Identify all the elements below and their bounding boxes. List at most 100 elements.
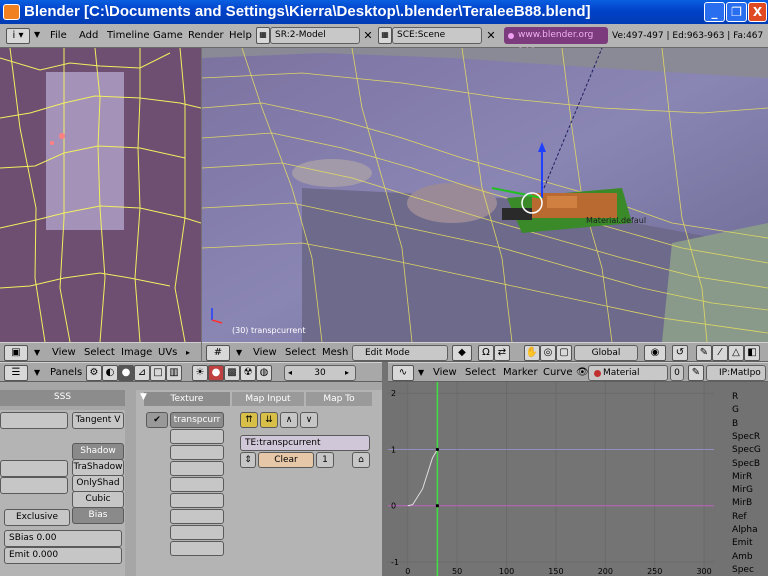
tangent-slider[interactable] [0,412,68,429]
ipo-channel-specb[interactable]: SpecB [732,459,768,469]
script-context-icon[interactable]: ◐ [102,365,118,381]
scene-selector[interactable]: SCE:Scene [392,27,482,44]
texture-channel-5[interactable] [170,477,224,492]
mode-selector[interactable]: Edit Mode [352,345,448,361]
ipo-channel-g[interactable]: G [732,405,768,415]
ipo-channel-r[interactable]: R [732,392,768,402]
texture-channel-4[interactable] [170,461,224,476]
collapse-menu-arrow[interactable]: ▼ [34,30,40,39]
shadow-toggle[interactable]: Shadow [72,443,124,460]
uv-window-type-icon[interactable]: ▣ [4,345,28,361]
3d-menu-mesh[interactable]: Mesh [322,343,348,363]
delete-scene-button[interactable]: ✕ [484,27,498,44]
uv-menu-select[interactable]: Select [84,343,115,363]
menu-timeline[interactable]: Timeline [107,24,150,48]
draw-type-icon[interactable]: ◆ [452,345,472,361]
screen-selector[interactable]: SR:2-Model [270,27,360,44]
texture-channel-1[interactable]: transpcurr [170,412,224,428]
blender-version-link[interactable]: www.blender.org 246 [504,27,608,57]
ipo-channel-b[interactable]: B [732,419,768,429]
channel-active-check[interactable]: ✔ [146,412,168,428]
ipo-block-selector[interactable]: IP:MatIpo [706,365,766,381]
proportional-edit-icon[interactable]: ◉ [644,345,666,361]
ipo-menu-select[interactable]: Select [465,363,496,383]
ipo-channel-mirr[interactable]: MirR [732,472,768,482]
3d-menu-select[interactable]: Select [285,343,316,363]
edge-select-icon[interactable]: ⁄ [712,345,728,361]
ipo-window-type-icon[interactable]: ∿ [392,365,414,381]
ipo-menu-view[interactable]: View [433,363,457,383]
frame-decrement-arrow[interactable]: ◂ [288,363,292,383]
tab-map-to[interactable]: Map To [306,392,372,406]
3d-menu-view[interactable]: View [253,343,277,363]
rotate-icon[interactable]: ◎ [540,345,556,361]
uv-image-editor[interactable] [0,48,201,342]
scale-icon[interactable]: ▢ [556,345,572,361]
menu-render[interactable]: Render [188,24,224,48]
ipo-menu-marker[interactable]: Marker [503,363,538,383]
pivot-icon[interactable]: Ω [478,345,494,361]
panel-collapse-triangle[interactable]: ▼ [140,392,147,402]
ipo-channel-specg[interactable]: SpecG [732,445,768,455]
texture-channel-3[interactable] [170,445,224,460]
close-window-button[interactable]: X [748,2,767,22]
vertex-select-icon[interactable]: ✎ [696,345,712,361]
bias-toggle[interactable]: Bias [72,507,124,524]
uv-menu-view[interactable]: View [52,343,76,363]
shadow-alpha-slider[interactable] [0,460,68,477]
ipo-channel-amb[interactable]: Amb [732,552,768,562]
texture-channel-8[interactable] [170,525,224,540]
uv-menu-uvs[interactable]: UVs [158,343,177,363]
shading-context-icon[interactable]: ● [118,365,134,381]
copy-channel-icon[interactable]: ⇈ [240,412,258,428]
sbias-slider[interactable]: SBias 0.00 [4,530,122,547]
texture-channel-2[interactable] [170,429,224,444]
trashadow-toggle[interactable]: TraShadow [72,459,124,476]
3d-window-type-icon[interactable]: # [206,345,230,361]
orientation-selector[interactable]: Global [574,345,638,361]
auto-texture-icon[interactable]: ⌂ [352,452,370,468]
delete-screen-button[interactable]: ✕ [361,27,375,44]
ipo-pin-icon[interactable]: ✎ [688,365,704,381]
texture-icon[interactable]: ▩ [224,365,240,381]
ipo-channel-specr[interactable]: SpecR [732,432,768,442]
ipo-channel-ref[interactable]: Ref [732,512,768,522]
tangent-v-button[interactable]: Tangent V [72,412,124,429]
menu-help[interactable]: Help [229,24,252,48]
channel-up-icon[interactable]: ∧ [280,412,298,428]
uv-collapse-arrow[interactable]: ▼ [34,343,40,363]
world-icon[interactable]: ◍ [256,365,272,381]
menu-add[interactable]: Add [79,24,98,48]
texture-users-count[interactable]: 1 [316,452,334,468]
menu-file[interactable]: File [50,24,67,48]
emit-slider[interactable]: Emit 0.000 [4,547,122,564]
screen-browse-icon[interactable]: ▦ [256,27,270,44]
snap-icon[interactable]: ↺ [672,345,688,361]
onlyshad-toggle[interactable]: OnlyShad [72,475,124,492]
texture-name-field[interactable]: TE:transpcurrent [240,435,370,451]
ipo-channel-emit[interactable]: Emit [732,538,768,548]
ipo-channel-index[interactable]: 0 [670,365,684,381]
widget-toggle-icon[interactable]: ⇄ [494,345,510,361]
ipo-menu-curve[interactable]: Curve [543,363,573,383]
texture-channel-6[interactable] [170,493,224,508]
buttons-window-type-icon[interactable]: ☰ [4,365,28,381]
menu-game[interactable]: Game [153,24,183,48]
tab-sss[interactable]: SSS [0,390,125,404]
uv-menu-image[interactable]: Image [121,343,152,363]
tab-map-input[interactable]: Map Input [232,392,304,406]
ipo-visibility-eye-icon[interactable]: 👁 [576,363,589,383]
scene-context-icon[interactable]: ▥ [166,365,182,381]
scene-browse-icon[interactable]: ▦ [378,27,392,44]
face-select-icon[interactable]: △ [728,345,744,361]
occlude-icon[interactable]: ◧ [744,345,760,361]
ipo-channel-alpha[interactable]: Alpha [732,525,768,535]
paste-channel-icon[interactable]: ⇊ [260,412,278,428]
shadow-slider-2[interactable] [0,477,68,494]
uv-header-more-arrow[interactable]: ▸ [186,343,190,363]
hand-icon[interactable]: ✋ [524,345,540,361]
3d-collapse-arrow[interactable]: ▼ [236,343,242,363]
radiosity-icon[interactable]: ☢ [240,365,256,381]
minimize-button[interactable]: _ [704,2,725,22]
channel-down-icon[interactable]: ∨ [300,412,318,428]
